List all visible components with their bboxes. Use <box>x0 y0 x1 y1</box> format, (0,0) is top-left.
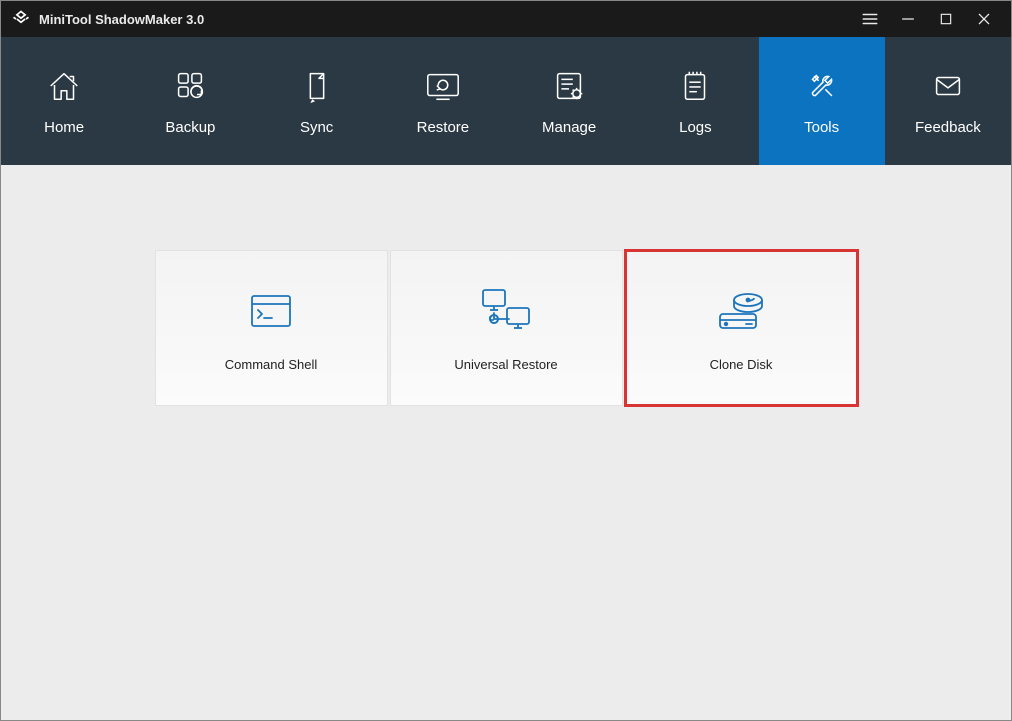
tools-icon <box>802 67 842 105</box>
manage-icon <box>549 67 589 105</box>
nav-restore-label: Restore <box>417 119 470 136</box>
nav-manage[interactable]: Manage <box>506 37 632 165</box>
sync-icon <box>297 67 337 105</box>
minimize-button[interactable] <box>889 1 927 37</box>
tool-command-shell[interactable]: Command Shell <box>155 250 388 406</box>
nav-tools[interactable]: Tools <box>759 37 885 165</box>
tool-universal-restore-label: Universal Restore <box>454 357 557 372</box>
nav-sync-label: Sync <box>300 119 333 136</box>
nav-logs-label: Logs <box>679 119 712 136</box>
app-title: MiniTool ShadowMaker 3.0 <box>39 12 204 27</box>
nav-logs[interactable]: Logs <box>632 37 758 165</box>
clone-disk-icon <box>712 285 770 337</box>
maximize-button[interactable] <box>927 1 965 37</box>
tool-universal-restore[interactable]: Universal Restore <box>390 250 623 406</box>
nav-sync[interactable]: Sync <box>254 37 380 165</box>
nav-manage-label: Manage <box>542 119 596 136</box>
nav-restore[interactable]: Restore <box>380 37 506 165</box>
nav-tools-label: Tools <box>804 119 839 136</box>
menu-button[interactable] <box>851 1 889 37</box>
tool-clone-disk-label: Clone Disk <box>710 357 773 372</box>
backup-icon <box>170 67 210 105</box>
nav-feedback-label: Feedback <box>915 119 981 136</box>
nav-home[interactable]: Home <box>1 37 127 165</box>
tools-panel: Command Shell Universal Restore <box>1 165 1011 720</box>
nav-feedback[interactable]: Feedback <box>885 37 1011 165</box>
universal-restore-icon <box>477 285 535 337</box>
nav-backup[interactable]: Backup <box>127 37 253 165</box>
navbar: Home Backup Sync Restore <box>1 37 1011 165</box>
tool-clone-disk[interactable]: Clone Disk <box>625 250 858 406</box>
tool-command-shell-label: Command Shell <box>225 357 318 372</box>
close-button[interactable] <box>965 1 1003 37</box>
logs-icon <box>675 67 715 105</box>
nav-home-label: Home <box>44 119 84 136</box>
tools-tile-row: Command Shell Universal Restore <box>154 250 859 406</box>
app-logo-icon <box>11 9 31 29</box>
feedback-icon <box>928 67 968 105</box>
nav-backup-label: Backup <box>165 119 215 136</box>
command-shell-icon <box>246 285 296 337</box>
home-icon <box>44 67 84 105</box>
titlebar: MiniTool ShadowMaker 3.0 <box>1 1 1011 37</box>
restore-icon <box>421 67 465 105</box>
